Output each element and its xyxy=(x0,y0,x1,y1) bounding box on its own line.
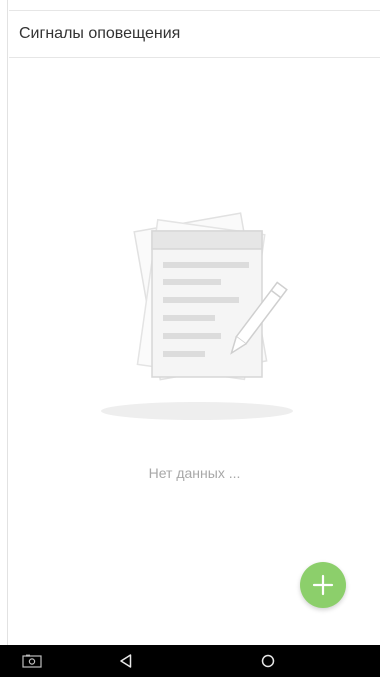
plus-icon xyxy=(312,574,334,596)
add-alert-button[interactable] xyxy=(300,562,346,608)
page-title: Сигналы оповещения xyxy=(19,25,181,42)
top-bar: Сигналы оповещения xyxy=(9,10,380,58)
empty-state-illustration xyxy=(95,200,305,430)
screenshot-icon xyxy=(22,654,42,668)
screenshot-button[interactable] xyxy=(10,645,54,677)
empty-state-message: Нет данных ... xyxy=(148,465,241,481)
back-icon xyxy=(120,654,132,668)
home-button[interactable] xyxy=(246,645,290,677)
android-navigation-bar xyxy=(0,645,380,677)
back-button[interactable] xyxy=(104,645,148,677)
left-edge-divider xyxy=(0,0,8,645)
alert-signals-screen: Сигналы оповещения Нет данных ... xyxy=(9,0,380,645)
home-icon xyxy=(261,654,275,668)
